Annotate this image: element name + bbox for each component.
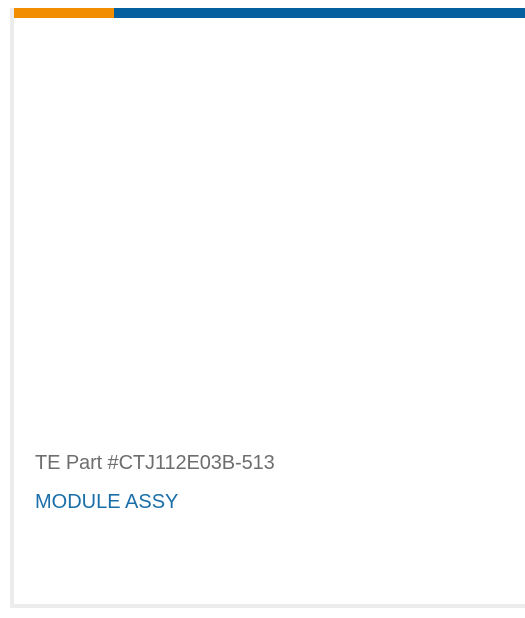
part-number-label: TE Part #CTJ112E03B-513 xyxy=(35,452,275,474)
product-title-link[interactable]: MODULE ASSY xyxy=(35,491,178,514)
accent-blue-segment xyxy=(114,8,525,18)
accent-orange-segment xyxy=(14,8,114,18)
card-accent-bar xyxy=(14,8,525,18)
product-card[interactable]: TE Part #CTJ112E03B-513 MODULE ASSY xyxy=(10,8,525,608)
